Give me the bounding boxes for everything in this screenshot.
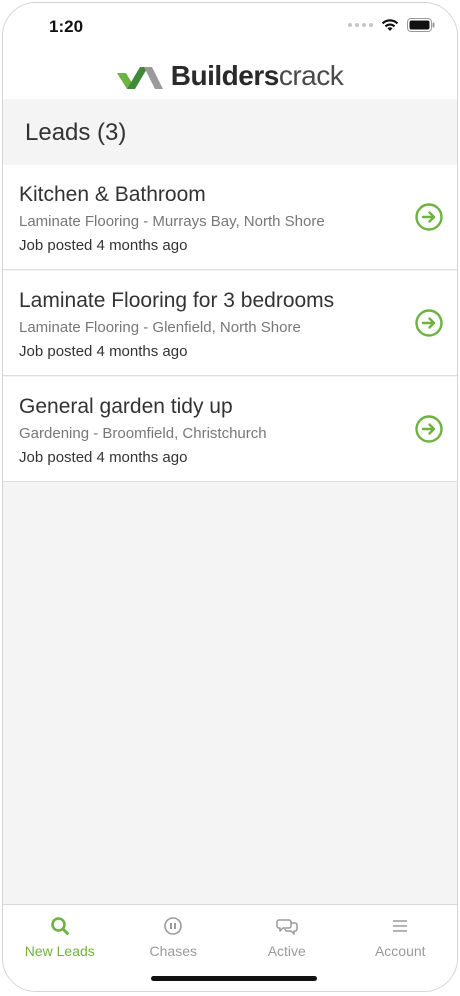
menu-icon [393, 920, 408, 932]
pause-icon [164, 917, 183, 935]
battery-icon [407, 18, 435, 32]
lead-posted: Job posted 4 months ago [19, 237, 188, 254]
lead-title: Kitchen & Bathroom [19, 183, 206, 206]
page-title: Leads (3) [25, 119, 127, 146]
leads-section-header: Leads (3) [3, 99, 457, 165]
arrow-right-circle-icon[interactable] [415, 309, 443, 337]
builderscrack-logo-mark [116, 67, 163, 89]
wifi-icon [381, 19, 399, 31]
lead-subtitle: Gardening - Broomfield, Christchurch [19, 425, 267, 442]
lead-item[interactable]: General garden tidy up Gardening - Broom… [3, 377, 457, 482]
tab-new-leads[interactable]: New Leads [3, 905, 117, 991]
lead-title: Laminate Flooring for 3 bedrooms [19, 289, 335, 312]
tab-account[interactable]: Account [344, 905, 458, 991]
tab-label: New Leads [24, 943, 95, 959]
lead-item[interactable]: Laminate Flooring for 3 bedrooms Laminat… [3, 271, 457, 376]
brand-bold: Builders [170, 60, 280, 91]
lead-subtitle: Laminate Flooring - Murrays Bay, North S… [19, 213, 325, 230]
search-icon [50, 917, 69, 935]
phone-screen: 1:20 Builderscrack Leads (3) Kitchen & B… [2, 2, 458, 992]
cellular-signal-icon [348, 23, 373, 27]
status-icons [348, 18, 435, 32]
status-time: 1:20 [49, 17, 84, 36]
lead-item[interactable]: Kitchen & Bathroom Laminate Flooring - M… [3, 165, 457, 270]
status-bar: 1:20 [3, 3, 457, 53]
arrow-right-circle-icon[interactable] [415, 415, 443, 443]
lead-posted: Job posted 4 months ago [19, 343, 188, 360]
chat-icon [276, 919, 298, 935]
tab-label: Account [374, 943, 426, 959]
lead-posted: Job posted 4 months ago [19, 449, 188, 466]
arrow-right-circle-icon[interactable] [415, 203, 443, 231]
brand-light: crack [278, 60, 344, 91]
home-indicator[interactable] [151, 976, 317, 981]
tab-label: Active [267, 943, 306, 959]
brand-wordmark: Builderscrack [170, 60, 344, 92]
app-header: Builderscrack [3, 53, 457, 99]
tab-label: Chases [149, 943, 197, 959]
lead-subtitle: Laminate Flooring - Glenfield, North Sho… [19, 319, 301, 336]
leads-list: Kitchen & Bathroom Laminate Flooring - M… [3, 165, 457, 483]
lead-title: General garden tidy up [19, 395, 233, 418]
